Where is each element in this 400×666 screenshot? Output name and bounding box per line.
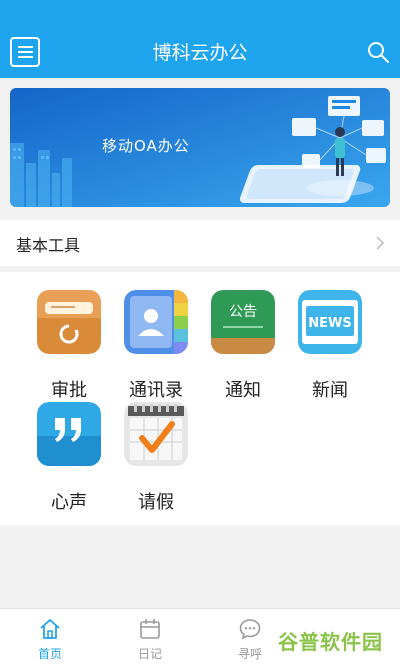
notice-icon-text: 公告 <box>229 304 257 320</box>
diary-icon <box>140 619 160 639</box>
calendar-check-icon <box>124 402 188 466</box>
news-icon-text: NEWS <box>308 316 351 331</box>
tool-approval[interactable]: 审批 <box>29 290 109 401</box>
quote-bubble-icon <box>37 402 101 466</box>
tool-contacts[interactable]: 通讯录 <box>116 290 196 401</box>
watermark: 谷普软件园 <box>272 622 392 656</box>
tool-label: 心声 <box>51 492 87 513</box>
contacts-icon <box>124 290 188 354</box>
tools-grid: 审批 通讯录 公告 通知 NEWS 新闻 心声 请假 <box>0 272 400 525</box>
notice-board-icon: 公告 <box>211 290 275 354</box>
watermark-text: 谷普软件园 <box>278 630 383 654</box>
chevron-right-icon <box>376 236 385 250</box>
banner-illustration <box>10 88 390 207</box>
tool-label: 审批 <box>51 380 87 401</box>
tool-label: 通知 <box>225 380 261 401</box>
tab-label: 首页 <box>37 647 62 661</box>
chat-icon <box>239 619 261 640</box>
promo-banner[interactable]: 移动OA办公 <box>10 88 390 207</box>
tool-voice[interactable]: 心声 <box>29 402 109 513</box>
tool-leave[interactable]: 请假 <box>116 402 196 513</box>
page-title: 博科云办公 <box>152 42 248 64</box>
tab-diary[interactable]: 日记 <box>100 609 200 666</box>
tab-home[interactable]: 首页 <box>0 609 100 666</box>
news-icon: NEWS <box>298 290 362 354</box>
approval-icon <box>37 290 101 354</box>
search-icon[interactable] <box>366 40 390 64</box>
app-header: 博科云办公 <box>0 0 400 78</box>
tool-label: 新闻 <box>312 380 348 401</box>
section-title: 基本工具 <box>16 236 81 255</box>
banner-text: 移动OA办公 <box>102 137 190 155</box>
tool-news[interactable]: NEWS 新闻 <box>290 290 370 401</box>
tool-label: 请假 <box>138 492 174 513</box>
home-icon <box>40 619 60 639</box>
tool-label: 通讯录 <box>129 380 183 401</box>
section-basic-tools[interactable]: 基本工具 <box>0 220 400 266</box>
tab-label: 日记 <box>137 647 162 661</box>
tool-notice[interactable]: 公告 通知 <box>203 290 283 401</box>
